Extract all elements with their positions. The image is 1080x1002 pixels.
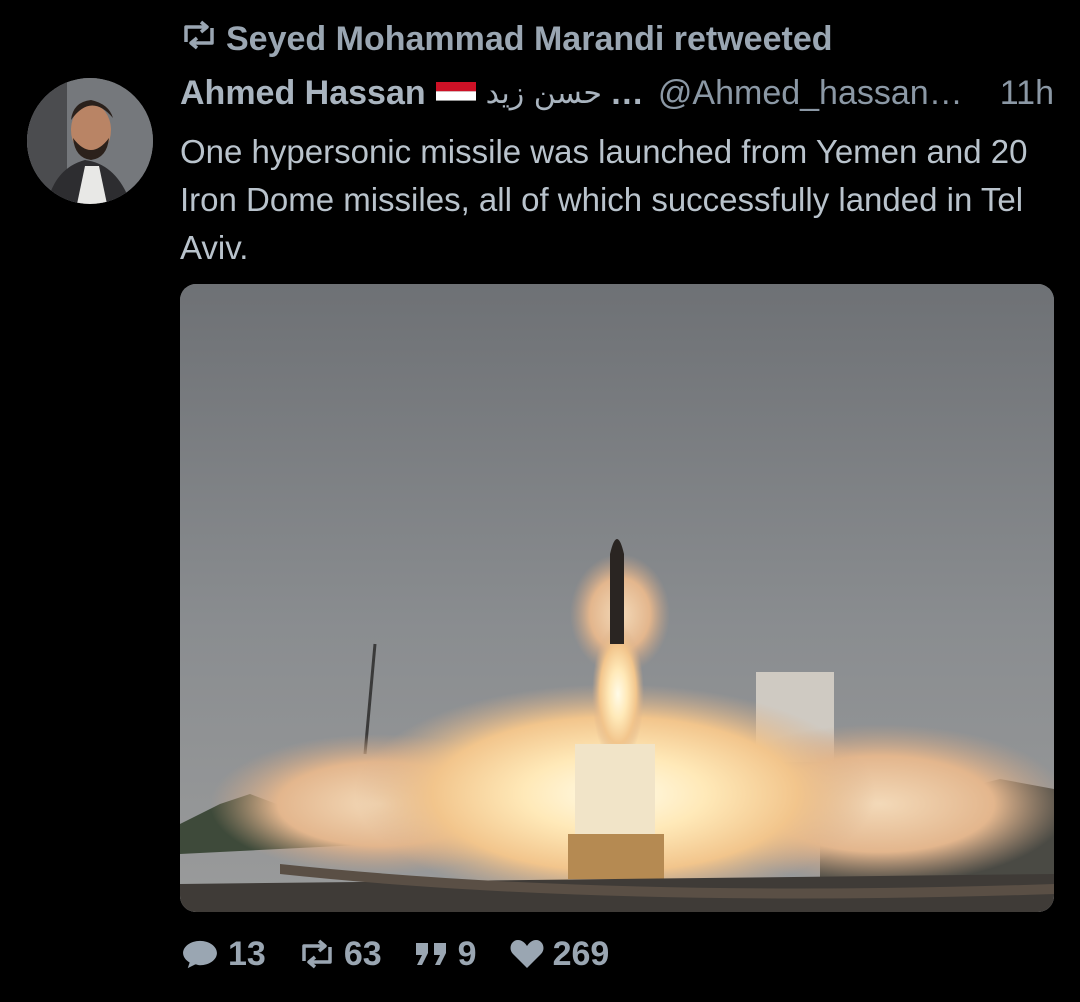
retweet-icon (180, 20, 218, 59)
tweet-actions: 13 63 9 269 (180, 930, 641, 978)
author-name[interactable]: Ahmed Hassan (180, 74, 426, 113)
like-count: 269 (552, 934, 610, 973)
quote-icon (415, 943, 446, 965)
quote-count: 9 (457, 934, 477, 973)
retweet-count: 63 (343, 934, 382, 973)
retweet-notice: Seyed Mohammad Marandi retweeted (180, 20, 833, 59)
author-handle[interactable]: @Ahmed_hassan… (658, 74, 963, 113)
retweet-notice-text: Seyed Mohammad Marandi retweeted (226, 20, 833, 58)
retweet-icon (302, 939, 332, 969)
tweet-header: Ahmed Hassan حسن زيد … @Ahmed_hassan… 11… (180, 74, 1054, 113)
avatar[interactable] (27, 78, 153, 204)
like-button[interactable]: 269 (509, 934, 610, 974)
quote-button[interactable]: 9 (414, 935, 477, 974)
reply-count: 13 (228, 934, 266, 973)
author-arabic-name: حسن زيد (485, 76, 602, 111)
yemen-flag-icon (435, 80, 476, 110)
tweet-time[interactable]: 11h (1000, 74, 1054, 113)
tweet-media-photo[interactable] (180, 284, 1054, 912)
name-ellipsis: … (609, 74, 644, 112)
heart-icon (510, 940, 544, 968)
reply-icon (183, 940, 217, 969)
retweet-button[interactable]: 63 (298, 935, 382, 974)
reply-button[interactable]: 13 (180, 935, 266, 974)
tweet-text: One hypersonic missile was launched from… (180, 133, 1028, 266)
